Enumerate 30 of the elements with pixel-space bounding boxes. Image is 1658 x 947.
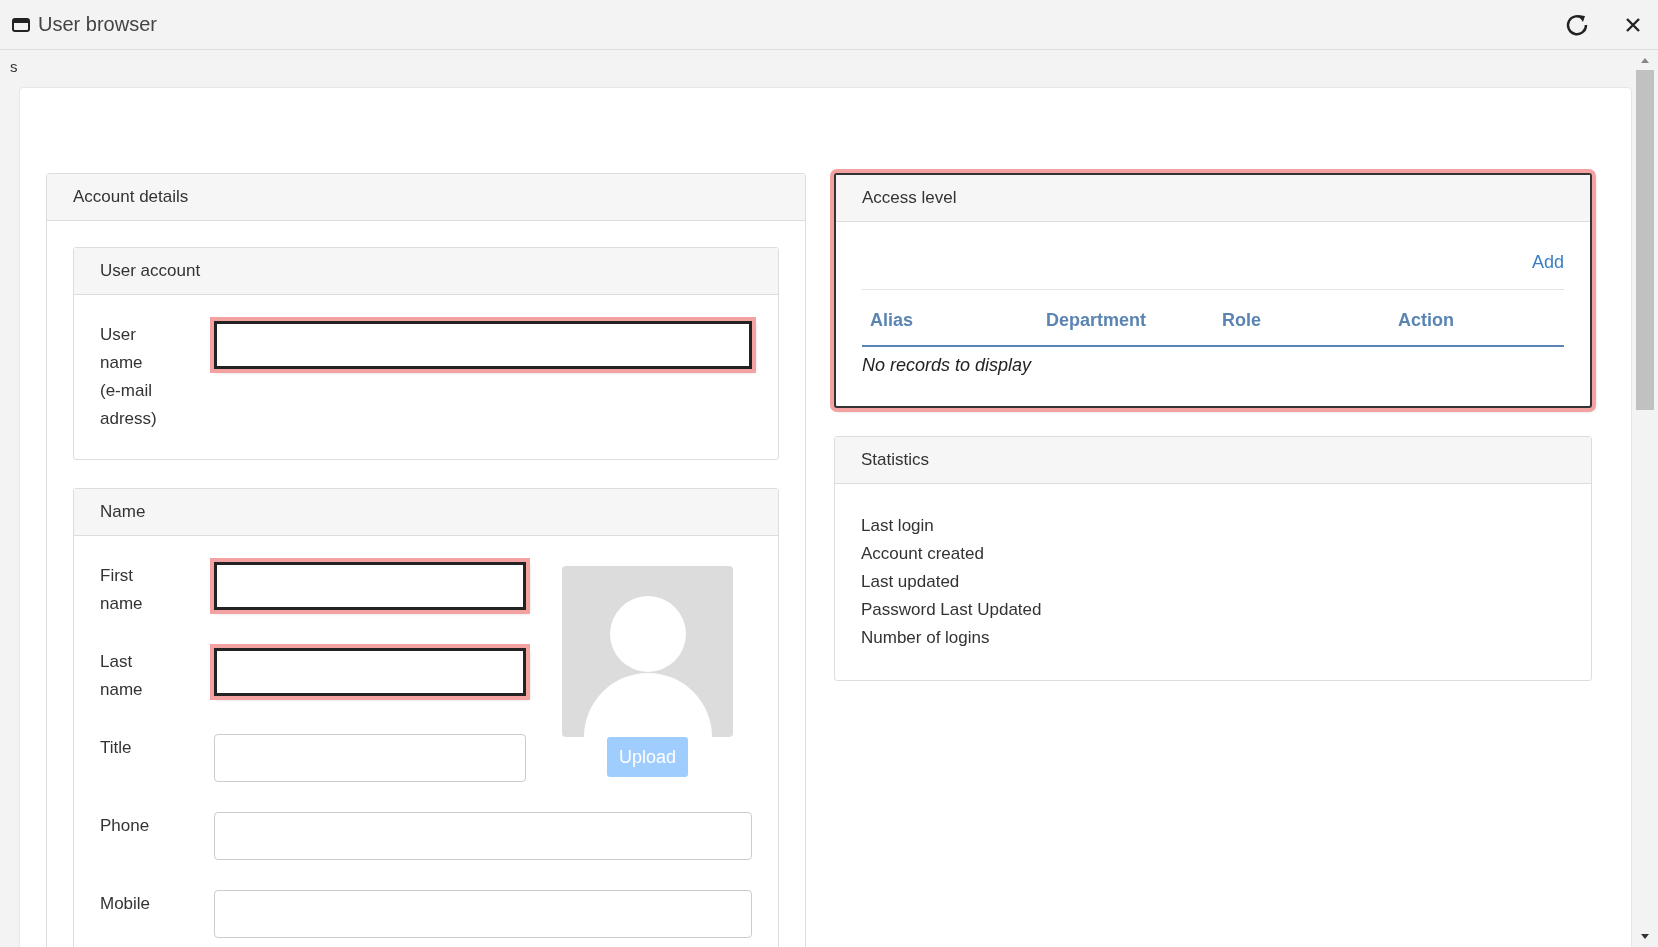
panel-header: Access level xyxy=(836,175,1590,222)
scroll-up-icon[interactable] xyxy=(1640,56,1650,64)
column-header[interactable]: Department xyxy=(1046,310,1147,331)
add-link[interactable]: Add xyxy=(1531,252,1564,273)
field-label: Mobile xyxy=(100,893,152,915)
window-title: User browser xyxy=(38,13,158,36)
field-label: Title xyxy=(100,737,133,759)
panel-header: Name xyxy=(74,489,778,536)
empty-message: No records to display xyxy=(862,355,1032,376)
stat-label: Number of logins xyxy=(861,627,990,649)
stat-label: Last updated xyxy=(861,571,960,593)
input-field[interactable] xyxy=(214,321,752,369)
column-header[interactable]: Alias xyxy=(870,310,914,331)
input-field[interactable] xyxy=(214,648,526,696)
window-icon xyxy=(12,17,30,32)
scroll-down-icon[interactable] xyxy=(1640,933,1650,941)
field-label: Phone xyxy=(100,815,151,837)
column-header[interactable]: Role xyxy=(1222,310,1261,331)
input-field[interactable] xyxy=(214,562,526,610)
column-header[interactable]: Action xyxy=(1398,310,1454,331)
stat-label: Last login xyxy=(861,515,934,537)
panel-header: Statistics xyxy=(835,437,1591,484)
stat-label: Password Last Updated xyxy=(861,599,1042,621)
panel-header: Account details xyxy=(47,174,805,221)
field-label: First name xyxy=(100,565,144,615)
panel-header: User account xyxy=(74,248,778,295)
breadcrumb: s xyxy=(10,58,18,75)
field-label: Last name xyxy=(100,651,144,701)
field-label: User name (e-mail adress) xyxy=(100,324,158,430)
stat-label: Account created xyxy=(861,543,984,565)
